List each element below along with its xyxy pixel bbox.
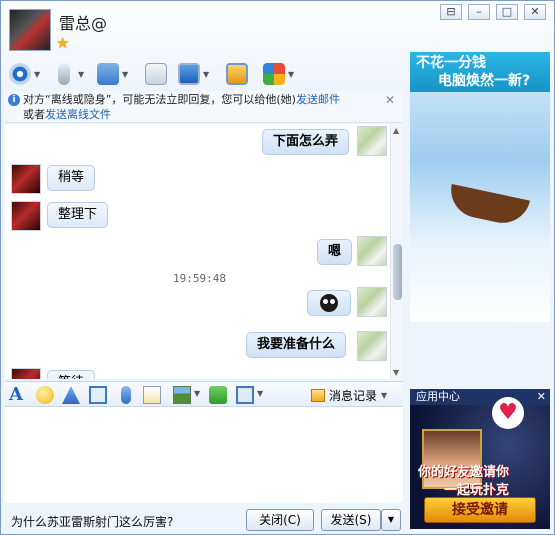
- chevron-down-icon[interactable]: ▼: [288, 70, 294, 79]
- send-file-button[interactable]: ▼: [97, 61, 128, 87]
- tip-text[interactable]: 为什么苏亚雷斯射门这么厉害?: [11, 513, 173, 530]
- ad-headline-1: 不花一分钱: [416, 55, 486, 71]
- note-icon[interactable]: [143, 386, 161, 404]
- remote-desktop-button[interactable]: ▼: [178, 61, 209, 87]
- minimize-button[interactable]: –: [468, 4, 490, 20]
- notice-text: 对方“离线或隐身”，可能无法立即回复，您可以给他(她): [23, 93, 296, 106]
- menu-button[interactable]: ⊟: [440, 4, 462, 20]
- history-icon: [311, 389, 325, 402]
- my-avatar: [357, 287, 387, 317]
- message-bubble: 下面怎么弄: [262, 129, 350, 155]
- contact-message-avatar: [11, 201, 41, 231]
- screen-share-button[interactable]: [226, 61, 248, 87]
- message-bubble: 整理下: [47, 202, 109, 228]
- apps-button[interactable]: ▼: [263, 61, 294, 87]
- ad-header: 不花一分钱 电脑焕然一新?: [410, 52, 550, 92]
- screen-arrow-icon: [226, 63, 248, 85]
- microphone-icon: [58, 63, 70, 85]
- notice-text-or: 或者: [23, 108, 45, 121]
- chevron-down-icon[interactable]: ▼: [194, 389, 200, 398]
- send-button[interactable]: 发送(S): [321, 509, 381, 531]
- scroll-up-icon[interactable]: ▲: [393, 126, 399, 135]
- message-bubble: 嗯: [317, 239, 353, 265]
- accept-invite-button[interactable]: 接受邀请: [424, 497, 536, 523]
- message-history-button[interactable]: 消息记录 ▼: [311, 387, 387, 404]
- shake-icon[interactable]: [62, 386, 80, 404]
- music-icon[interactable]: [209, 386, 227, 404]
- message-bubble: 稍等: [47, 165, 96, 191]
- message-bubble: 我要准备什么: [246, 332, 347, 358]
- monitor-icon: [178, 63, 200, 85]
- close-button[interactable]: 关闭(C): [246, 509, 314, 531]
- image-icon[interactable]: [173, 386, 191, 404]
- voice-message-icon[interactable]: [121, 386, 131, 404]
- chevron-down-icon[interactable]: ▼: [257, 389, 263, 398]
- chat-window: 雷总@ ★ ⊟ – □ ✕ ▼ ▼ ▼ ▼ ▼ i 对方“离线或隐身”，可能无法…: [0, 0, 555, 535]
- message-history[interactable]: 下面怎么弄 稍等 整理下 嗯 19:59:48 我要准备什么 等待: [5, 124, 391, 379]
- message-timestamp: 19:59:48: [173, 272, 226, 285]
- message-plus-icon: [145, 63, 167, 85]
- message-button[interactable]: [145, 61, 167, 87]
- boat-image: [445, 183, 531, 229]
- my-avatar: [357, 126, 387, 156]
- ad-invite-text: 你的好友邀请你: [418, 465, 510, 480]
- chevron-down-icon[interactable]: ▼: [34, 70, 40, 79]
- contact-message-avatar: [11, 164, 41, 194]
- footer: 为什么苏亚雷斯射门这么厉害? 关闭(C) 发送(S) ▼: [1, 503, 405, 535]
- app-center-bar: 应用中心 ✕: [410, 389, 550, 405]
- chevron-down-icon[interactable]: ▼: [122, 70, 128, 79]
- contact-name[interactable]: 雷总@: [59, 10, 107, 34]
- chat-scrollbar[interactable]: ▲ ▼: [390, 124, 403, 379]
- chevron-down-icon: ▼: [381, 391, 388, 400]
- heart-icon: ♥: [492, 397, 524, 429]
- my-avatar: [357, 236, 387, 266]
- format-toolbar: A ▼ ▼ 消息记录 ▼: [5, 381, 403, 407]
- offline-notice: i 对方“离线或隐身”，可能无法立即回复，您可以给他(她)发送邮件 或者发送离线…: [5, 91, 403, 123]
- emoticon-bubble: [307, 290, 351, 316]
- my-avatar: [357, 331, 387, 361]
- send-offline-file-link[interactable]: 发送离线文件: [45, 108, 111, 121]
- close-window-button[interactable]: ✕: [524, 4, 546, 20]
- contact-message-avatar: [11, 368, 41, 379]
- maximize-button[interactable]: □: [496, 4, 518, 20]
- ad-headline-2: 电脑焕然一新?: [438, 73, 531, 89]
- ad-invite-subtext: 一起玩扑克: [444, 483, 510, 498]
- chat-toolbar: ▼ ▼ ▼ ▼ ▼: [5, 59, 405, 89]
- message-bubble: 等待: [47, 370, 96, 379]
- scroll-down-icon[interactable]: ▼: [393, 368, 399, 377]
- close-ad-icon[interactable]: ✕: [537, 389, 546, 405]
- chevron-down-icon[interactable]: ▼: [203, 70, 209, 79]
- chevron-down-icon[interactable]: ▼: [78, 70, 84, 79]
- ad-banner-bottom[interactable]: 应用中心 ✕ ♥ 你的好友邀请你 一起玩扑克 接受邀请: [410, 389, 550, 529]
- close-notice-icon[interactable]: ✕: [385, 93, 395, 108]
- screenshot-icon[interactable]: [236, 386, 254, 404]
- history-label: 消息记录: [329, 389, 378, 403]
- message-input[interactable]: [5, 407, 403, 503]
- info-icon: i: [8, 94, 20, 106]
- scroll-thumb[interactable]: [393, 244, 402, 300]
- send-email-link[interactable]: 发送邮件: [296, 93, 340, 106]
- star-icon: ★: [56, 34, 70, 52]
- font-icon[interactable]: A: [9, 386, 27, 404]
- video-call-button[interactable]: ▼: [9, 61, 40, 87]
- folder-arrow-icon: [97, 63, 119, 85]
- smiley-icon[interactable]: [36, 386, 54, 404]
- app-center-label: 应用中心: [416, 390, 460, 403]
- video-clip-icon[interactable]: [89, 386, 107, 404]
- send-options-button[interactable]: ▼: [381, 509, 401, 531]
- emoticon-icon: [320, 294, 338, 312]
- voice-call-button[interactable]: ▼: [53, 61, 84, 87]
- webcam-icon: [9, 63, 31, 85]
- ad-banner-top[interactable]: 不花一分钱 电脑焕然一新?: [410, 52, 550, 322]
- apps-grid-icon: [263, 63, 285, 85]
- contact-avatar[interactable]: [9, 9, 51, 51]
